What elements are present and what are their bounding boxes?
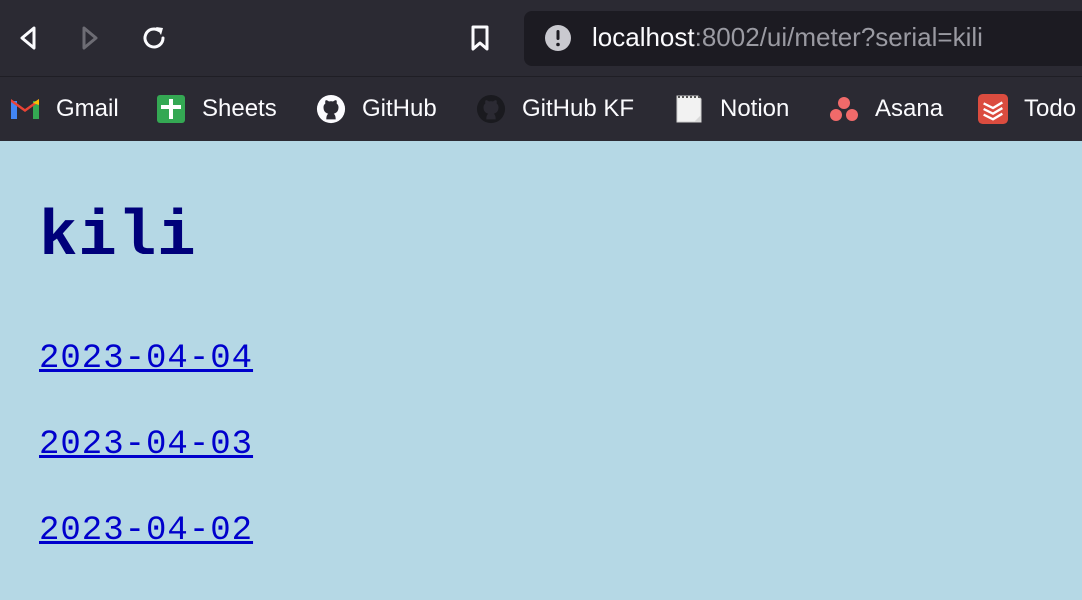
forward-button[interactable] (70, 18, 110, 58)
bookmark-github-kf[interactable]: GitHub KF (476, 77, 634, 141)
bookmark-icon (471, 25, 489, 51)
notion-icon (674, 94, 704, 124)
bookmark-label: GitHub (362, 95, 437, 122)
github-icon (316, 94, 346, 124)
url-host: localhost (592, 22, 695, 52)
date-link[interactable]: 2023-04-02 (39, 512, 253, 550)
bookmarks-bar: Gmail Sheets GitHub GitHub KF Notion Asa… (0, 76, 1082, 141)
back-button[interactable] (8, 18, 48, 58)
site-info-icon[interactable] (544, 24, 572, 52)
bookmark-notion[interactable]: Notion (674, 77, 789, 141)
bookmark-github[interactable]: GitHub (316, 77, 437, 141)
bookmark-asana[interactable]: Asana (829, 77, 943, 141)
url-path: :8002/ui/meter?serial=kili (694, 22, 983, 52)
sheets-icon (156, 94, 186, 124)
bookmark-gmail[interactable]: Gmail (10, 77, 119, 141)
gmail-icon (10, 94, 40, 124)
forward-arrow-icon (82, 26, 98, 50)
bookmark-label: Notion (720, 95, 790, 122)
bookmark-label: Asana (875, 95, 944, 122)
bookmark-label: Todo (1024, 95, 1077, 122)
bookmark-label: GitHub KF (522, 95, 635, 122)
reload-icon (143, 27, 165, 49)
date-link[interactable]: 2023-04-03 (39, 426, 253, 464)
url-text[interactable]: localhost:8002/ui/meter?serial=kili (592, 22, 983, 53)
back-arrow-icon (20, 26, 36, 50)
github-icon (476, 94, 506, 124)
browser-toolbar: localhost:8002/ui/meter?serial=kili (0, 0, 1082, 76)
bookmark-label: Sheets (202, 95, 277, 122)
page-title: kili (39, 202, 197, 274)
asana-icon (829, 94, 859, 124)
reload-button[interactable] (134, 18, 174, 58)
date-link[interactable]: 2023-04-04 (39, 340, 253, 378)
bookmark-sheets[interactable]: Sheets (156, 77, 277, 141)
address-bar[interactable]: localhost:8002/ui/meter?serial=kili (524, 11, 1082, 66)
todoist-icon (978, 94, 1008, 124)
bookmark-todo[interactable]: Todo (978, 77, 1076, 141)
bookmark-page-button[interactable] (460, 18, 500, 58)
bookmark-label: Gmail (56, 95, 119, 122)
